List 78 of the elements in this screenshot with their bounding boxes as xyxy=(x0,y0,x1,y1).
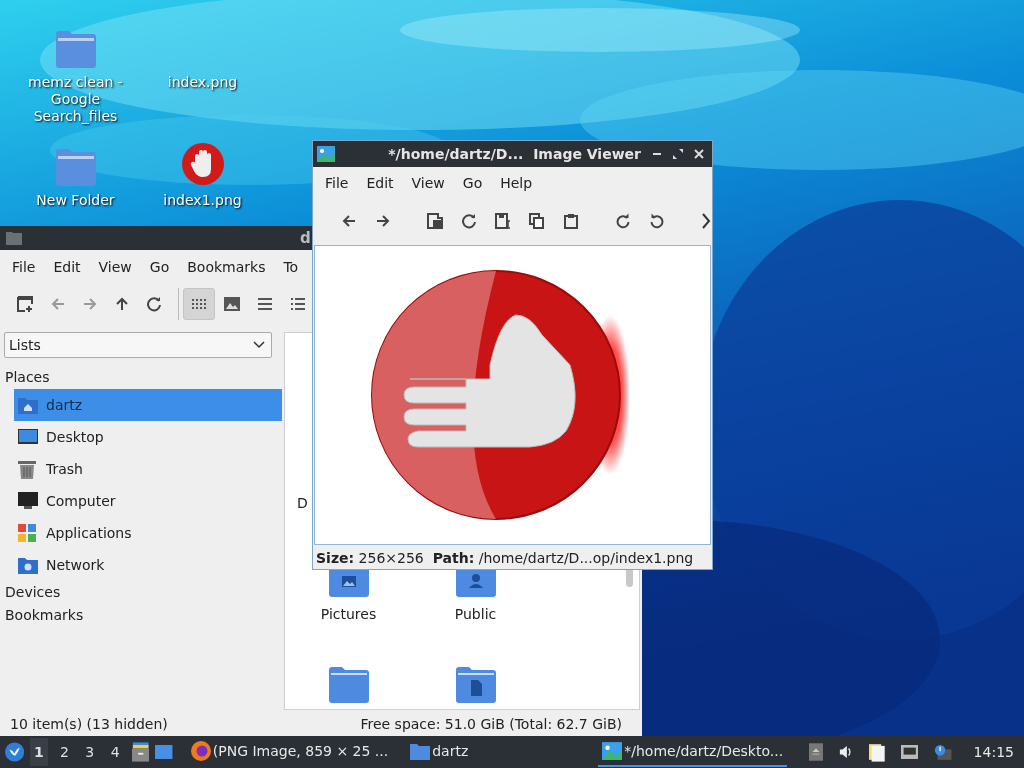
open-file-icon[interactable] xyxy=(427,213,443,229)
rotate-clockwise-icon[interactable] xyxy=(615,213,631,229)
network-port-icon[interactable] xyxy=(900,744,919,760)
menu-item[interactable]: View xyxy=(90,255,140,279)
sidebar-item[interactable]: Computer xyxy=(14,485,282,517)
workspace-button[interactable]: 3 xyxy=(81,738,99,766)
rotate-counterclockwise-icon[interactable] xyxy=(649,213,665,229)
side-pane-dropdown[interactable]: Lists xyxy=(4,332,272,358)
sidebar-item[interactable]: Trash xyxy=(14,453,282,485)
window-icon[interactable] xyxy=(155,744,173,760)
fox-globe-icon xyxy=(190,741,211,761)
reload-icon[interactable] xyxy=(461,213,477,229)
clock[interactable]: 14:15 xyxy=(973,744,1014,760)
folder-icon[interactable] xyxy=(455,667,496,703)
menu-item[interactable]: File xyxy=(317,171,357,195)
image-icon xyxy=(602,742,623,760)
list-icon xyxy=(291,298,305,310)
status-text: Size: 256×256 Path: /home/dartz/D...op/index1.png xyxy=(315,549,695,568)
copy-icon[interactable] xyxy=(529,213,545,229)
file-cabinet-icon[interactable] xyxy=(131,741,150,763)
status-text: Free space: 51.0 GiB (Total: 62.7 GiB) xyxy=(360,716,622,732)
workspace-button[interactable]: 2 xyxy=(55,738,74,766)
folder-icon xyxy=(410,742,431,760)
back-arrow-icon[interactable] xyxy=(341,213,357,229)
trash-icon xyxy=(18,459,36,479)
apps-icon xyxy=(18,524,36,542)
workspace-button[interactable]: 4 xyxy=(106,738,124,766)
folder-icon xyxy=(6,231,22,245)
monitor-icon xyxy=(18,428,38,446)
new-window-icon[interactable] xyxy=(16,295,34,313)
section-heading: Places xyxy=(4,368,51,387)
taskbar-task[interactable]: (PNG Image, 859 × 25 ... xyxy=(186,737,393,767)
sidebar-item[interactable]: Network xyxy=(14,549,282,581)
folder-icon[interactable] xyxy=(328,667,369,703)
file-label[interactable]: Public xyxy=(454,605,497,623)
up-arrow-icon[interactable] xyxy=(114,296,130,312)
computer-icon xyxy=(18,492,38,510)
grid-icon xyxy=(192,298,206,310)
lines-icon xyxy=(258,298,272,310)
notification-icon[interactable] xyxy=(934,743,952,761)
section-heading: Bookmarks xyxy=(4,606,85,625)
window-title: d xyxy=(300,229,311,247)
taskbar-task[interactable]: */home/dartz/Deskto... xyxy=(598,737,788,767)
menu-item[interactable]: To xyxy=(275,255,307,279)
save-as-icon[interactable] xyxy=(495,213,511,229)
clipboard-icon[interactable] xyxy=(869,741,885,763)
network-folder-icon xyxy=(18,556,38,574)
menu-item[interactable]: Edit xyxy=(45,255,89,279)
image-icon xyxy=(317,146,335,162)
sidebar-item[interactable]: dartz xyxy=(14,389,282,421)
forward-arrow-icon[interactable] xyxy=(375,213,391,229)
menu-item[interactable]: Edit xyxy=(358,171,402,195)
maximize-icon[interactable] xyxy=(673,149,683,159)
window-title: */home/dartz/D... Image Viewer xyxy=(387,146,641,162)
close-icon[interactable] xyxy=(694,149,704,159)
menu-item[interactable]: View xyxy=(403,171,453,195)
paste-icon[interactable] xyxy=(563,213,579,229)
file-label[interactable]: Pictures xyxy=(320,605,377,623)
status-text: 10 item(s) (13 hidden) xyxy=(10,716,168,732)
view-mode-button[interactable] xyxy=(183,288,215,320)
sidebar-item[interactable]: Desktop xyxy=(14,421,282,453)
chevron-right-icon[interactable] xyxy=(701,213,711,229)
taskbar-task[interactable]: dartz xyxy=(406,737,473,767)
section-heading: Devices xyxy=(4,583,62,602)
menu-item[interactable]: Go xyxy=(454,171,491,195)
workspace-button[interactable]: 1 xyxy=(30,738,48,766)
menu-item[interactable]: File xyxy=(4,255,44,279)
stop-hand-icon[interactable] xyxy=(180,142,225,186)
file-label[interactable]: D xyxy=(297,495,308,511)
sidebar-item[interactable]: Applications xyxy=(14,517,282,549)
reload-icon[interactable] xyxy=(146,296,162,312)
eject-icon[interactable] xyxy=(809,742,824,762)
menu-item[interactable]: Go xyxy=(141,255,178,279)
image-icon xyxy=(224,297,240,311)
chevron-down-icon xyxy=(253,341,265,349)
home-folder-icon xyxy=(18,396,38,414)
menu-item[interactable]: Bookmarks xyxy=(179,255,274,279)
menu-item[interactable]: Help xyxy=(492,171,541,195)
